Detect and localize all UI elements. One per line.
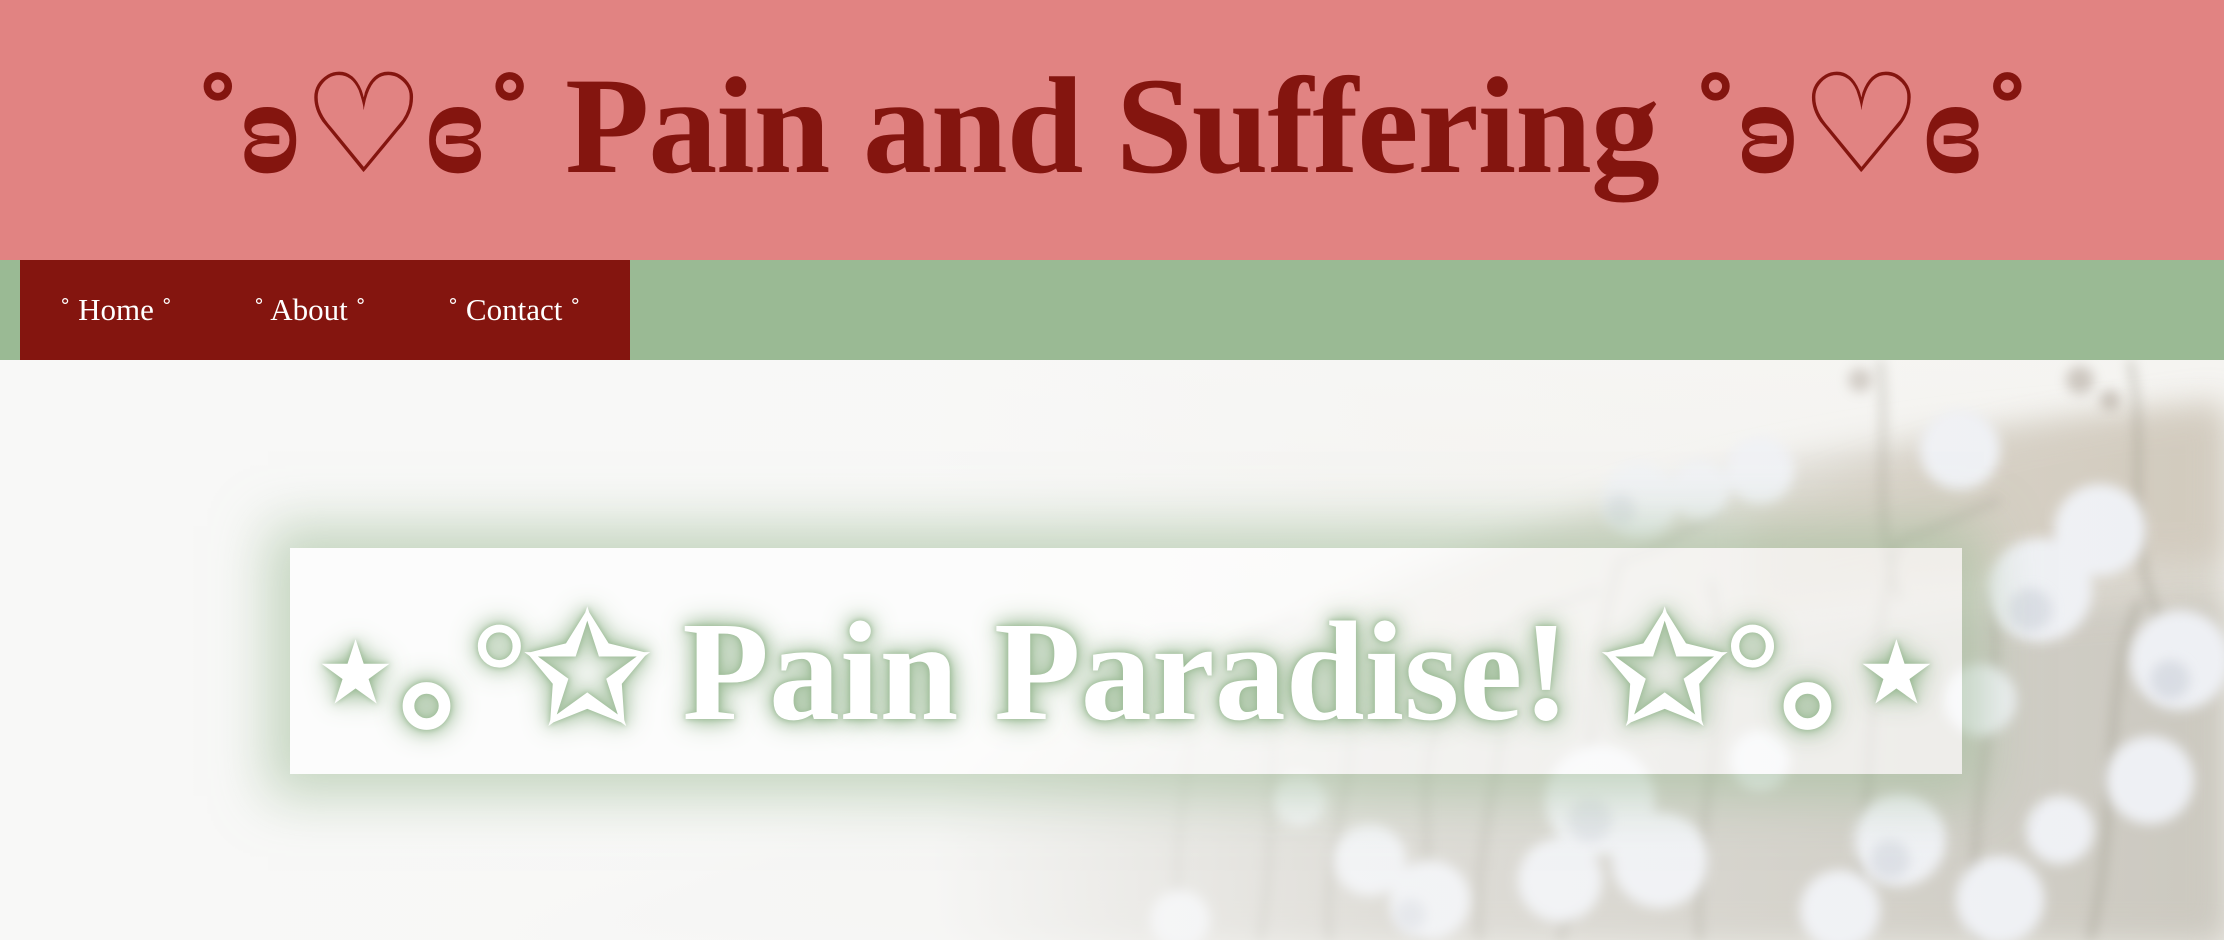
nav-link-home[interactable]: ˚ Home ˚ <box>60 292 172 328</box>
nav-menu: ˚ Home ˚ ˚ About ˚ ˚ Contact ˚ <box>20 260 630 360</box>
hero-banner: ⋆｡°✩ Pain Paradise! ✩°｡⋆ <box>290 548 1962 774</box>
nav-link-contact[interactable]: ˚ Contact ˚ <box>448 292 581 328</box>
page: ˚ʚ♡ɞ˚ Pain and Suffering ˚ʚ♡ɞ˚ ˚ Home ˚ … <box>0 0 2224 940</box>
nav-bar: ˚ Home ˚ ˚ About ˚ ˚ Contact ˚ <box>0 260 2224 360</box>
site-header: ˚ʚ♡ɞ˚ Pain and Suffering ˚ʚ♡ɞ˚ <box>0 0 2224 260</box>
hero-section: ⋆｡°✩ Pain Paradise! ✩°｡⋆ <box>0 360 2224 940</box>
hero-title: ⋆｡°✩ Pain Paradise! ✩°｡⋆ <box>311 592 1941 750</box>
site-title: ˚ʚ♡ɞ˚ Pain and Suffering ˚ʚ♡ɞ˚ <box>194 49 2030 202</box>
nav-link-about[interactable]: ˚ About ˚ <box>254 292 366 328</box>
